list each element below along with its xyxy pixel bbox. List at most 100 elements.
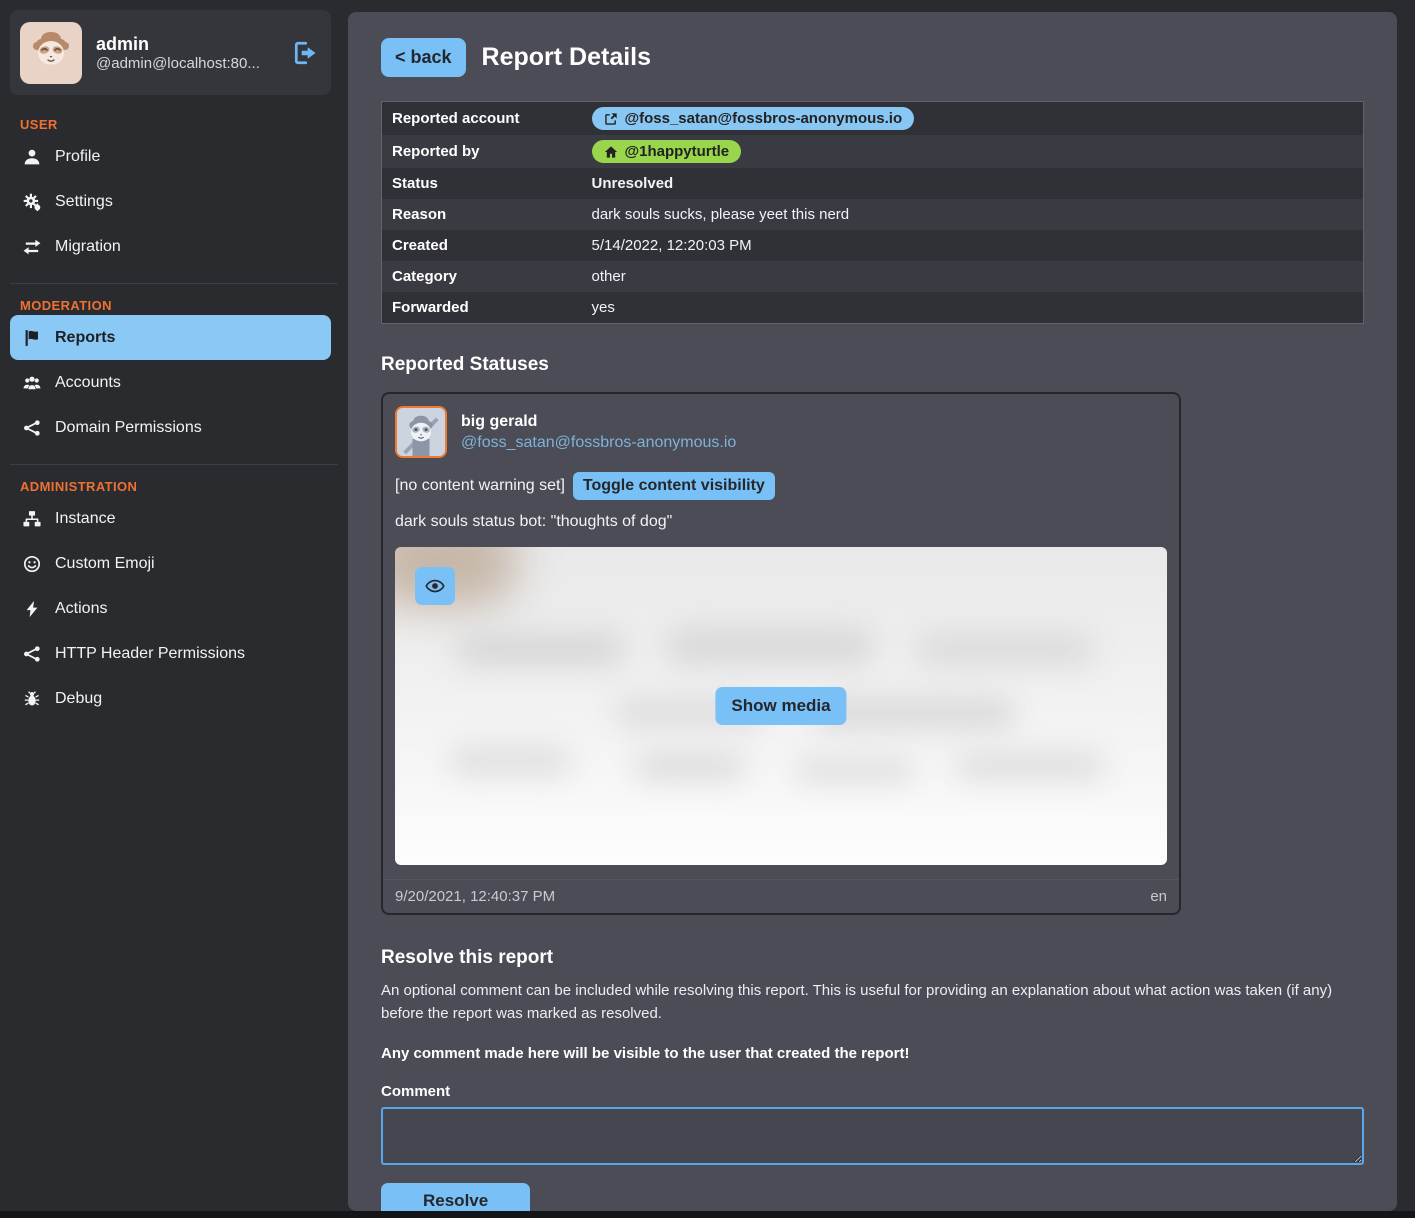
table-row: Forwarded yes (382, 292, 1364, 324)
blurred-blob (635, 752, 745, 780)
user-card[interactable]: admin @admin@localhost:80... (10, 10, 331, 95)
sidebar-item-migration[interactable]: Migration (10, 224, 331, 269)
row-label: Forwarded (382, 292, 582, 324)
sidebar-item-label: Domain Permissions (55, 419, 202, 437)
show-media-button[interactable]: Show media (715, 687, 846, 725)
page-title: Report Details (482, 43, 651, 72)
reported-by-badge[interactable]: @1happyturtle (592, 140, 742, 163)
table-row: Reason dark souls sucks, please yeet thi… (382, 199, 1364, 230)
content-warning-text: [no content warning set] (395, 477, 565, 495)
row-label: Reason (382, 199, 582, 230)
reported-status-card: big gerald @foss_satan@fossbros-anonymou… (381, 392, 1181, 915)
users-icon (22, 374, 42, 392)
sidebar-item-debug[interactable]: Debug (10, 676, 331, 721)
toggle-content-visibility-button[interactable]: Toggle content visibility (573, 472, 775, 500)
table-row: Reported by @1happyturtle (382, 135, 1364, 168)
comment-label: Comment (381, 1083, 1364, 1100)
app-layout: admin @admin@localhost:80... USERProfile… (0, 0, 1415, 1211)
page-footer (0, 1211, 1415, 1218)
resolve-description: An optional comment can be included whil… (381, 979, 1364, 1026)
panel-header: < back Report Details (381, 38, 1364, 77)
status-media-blurred[interactable]: Show media (395, 547, 1167, 865)
sidebar-section-label: USER (10, 109, 338, 134)
sign-out-icon[interactable] (293, 41, 317, 65)
report-status-value: Unresolved (582, 168, 1364, 199)
sidebar-item-reports[interactable]: Reports (10, 315, 331, 360)
sidebar-item-label: Reports (55, 329, 115, 347)
bolt-icon (22, 600, 42, 618)
sidebar-item-profile[interactable]: Profile (10, 134, 331, 179)
blurred-blob (665, 627, 875, 665)
status-handle-link[interactable]: @foss_satan@fossbros-anonymous.io (461, 434, 736, 452)
status-author: big gerald @foss_satan@fossbros-anonymou… (461, 413, 736, 452)
sidebar-item-label: Debug (55, 690, 102, 708)
table-row: Status Unresolved (382, 168, 1364, 199)
sidebar-item-label: Instance (55, 510, 115, 528)
sidebar-section-label: ADMINISTRATION (10, 471, 338, 496)
sidebar-item-label: Actions (55, 600, 107, 618)
flag-icon (22, 329, 42, 347)
sidebar-nav: USERProfile Settings Migration MODERATION Re… (10, 103, 338, 721)
share-nodes-icon (22, 645, 42, 663)
report-details-table: Reported account @foss_satan@fossbros-an… (381, 101, 1364, 324)
reported-by-handle: @1happyturtle (625, 143, 730, 160)
sidebar: admin @admin@localhost:80... USERProfile… (0, 0, 348, 1211)
sidebar-item-http-header-permissions[interactable]: HTTP Header Permissions (10, 631, 331, 676)
sidebar-item-label: Settings (55, 193, 113, 211)
sidebar-item-settings[interactable]: Settings (10, 179, 331, 224)
status-display-name: big gerald (461, 413, 736, 431)
reported-account-badge[interactable]: @foss_satan@fossbros-anonymous.io (592, 107, 915, 130)
row-label: Created (382, 230, 582, 261)
avatar (395, 406, 447, 458)
user-icon (22, 148, 42, 166)
table-row: Category other (382, 261, 1364, 292)
user-name: admin (96, 34, 279, 55)
sidebar-item-custom-emoji[interactable]: Custom Emoji (10, 541, 331, 586)
table-row: Reported account @foss_satan@fossbros-an… (382, 102, 1364, 136)
status-content: dark souls status bot: "thoughts of dog" (395, 513, 1167, 531)
comment-input[interactable] (381, 1107, 1364, 1165)
bug-icon (22, 690, 42, 708)
smiley-icon (22, 555, 42, 573)
blurred-blob (450, 747, 570, 775)
row-label: Status (382, 168, 582, 199)
avatar (20, 22, 82, 84)
home-icon (604, 145, 618, 159)
row-label: Reported account (382, 102, 582, 136)
eye-icon (425, 576, 445, 596)
status-language: en (1150, 888, 1167, 905)
external-link-icon (604, 112, 618, 126)
sidebar-section-label: MODERATION (10, 290, 338, 315)
blurred-blob (795, 757, 915, 783)
transfer-icon (22, 238, 42, 256)
sitemap-icon (22, 510, 42, 528)
resolve-warning: Any comment made here will be visible to… (381, 1042, 1364, 1065)
report-reason-value: dark souls sucks, please yeet this nerd (582, 199, 1364, 230)
resolve-section: Resolve this report An optional comment … (381, 947, 1364, 1211)
back-button[interactable]: < back (381, 38, 466, 77)
row-label: Category (382, 261, 582, 292)
share-nodes-icon (22, 419, 42, 437)
reported-statuses-heading: Reported Statuses (381, 354, 1364, 376)
status-header[interactable]: big gerald @foss_satan@fossbros-anonymou… (395, 406, 1167, 458)
sidebar-item-accounts[interactable]: Accounts (10, 360, 331, 405)
sidebar-item-actions[interactable]: Actions (10, 586, 331, 631)
user-meta: admin @admin@localhost:80... (96, 34, 279, 72)
resolve-button[interactable]: Resolve (381, 1183, 530, 1211)
reported-account-handle: @foss_satan@fossbros-anonymous.io (625, 110, 903, 127)
blurred-blob (395, 547, 517, 607)
blurred-blob (915, 632, 1095, 666)
blurred-blob (455, 632, 625, 666)
blurred-blob (955, 752, 1105, 780)
table-row: Created 5/14/2022, 12:20:03 PM (382, 230, 1364, 261)
sidebar-item-label: Accounts (55, 374, 121, 392)
sidebar-item-instance[interactable]: Instance (10, 496, 331, 541)
eye-toggle-button[interactable] (415, 567, 455, 605)
resolve-heading: Resolve this report (381, 947, 1364, 969)
report-details-panel: < back Report Details Reported account @… (348, 12, 1397, 1211)
sidebar-item-label: Migration (55, 238, 121, 256)
row-label: Reported by (382, 135, 582, 168)
sidebar-item-domain-permissions[interactable]: Domain Permissions (10, 405, 331, 450)
sidebar-item-label: Custom Emoji (55, 555, 155, 573)
sidebar-item-label: HTTP Header Permissions (55, 645, 245, 663)
